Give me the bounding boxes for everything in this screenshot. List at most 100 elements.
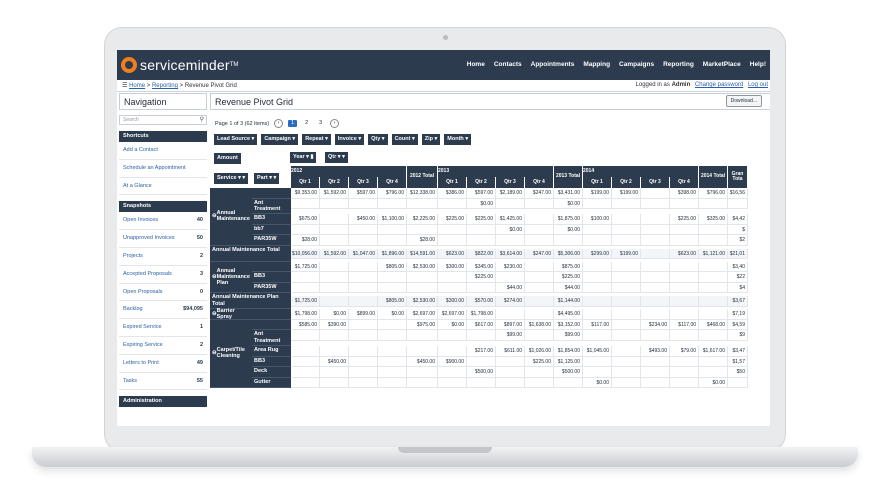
service-total-header: Annual Maintenance Total	[210, 245, 291, 262]
filter-field-label: Invoice	[337, 136, 357, 142]
pivot-cell: $1,047.00	[349, 248, 378, 260]
search-input[interactable]: Search ⚲	[119, 115, 207, 125]
filter-icon[interactable]: ▾	[291, 136, 295, 142]
sidebar-item-label: Tasks	[123, 377, 138, 384]
pivot-cell: $597.00	[349, 188, 378, 199]
sidebar-snapshot-item[interactable]: Unapproved Invoices 50	[119, 230, 207, 248]
pivot-cell: $247.00	[525, 188, 554, 199]
filter-icon[interactable]: ▾	[433, 136, 438, 142]
page-1[interactable]: 1	[288, 120, 298, 127]
filter-field[interactable]: Repeat ▾	[302, 134, 331, 145]
filter-icon[interactable]: ▾	[324, 136, 328, 142]
topnav-item[interactable]: MarketPlace	[703, 61, 741, 68]
pivot-cell: $28.00	[407, 235, 438, 246]
quarter-header: Qtr 2	[612, 177, 641, 188]
sidebar-snapshot-item[interactable]: Tasks 55	[119, 373, 207, 391]
pivot-cell	[583, 309, 612, 320]
section-administration[interactable]: Administration	[119, 396, 207, 408]
filter-field[interactable]: Count ▾	[391, 134, 418, 145]
pivot-cell	[583, 356, 612, 367]
filter-icon[interactable]: ▾	[464, 136, 468, 142]
sidebar-shortcut-item[interactable]: At a Glance	[119, 178, 207, 196]
pivot-cell: $217.00	[467, 346, 496, 357]
change-password-link[interactable]: Change password	[695, 82, 743, 88]
filter-icon[interactable]: ▾	[410, 136, 415, 142]
service-label: Barrier Spray	[216, 307, 235, 320]
pivot-cell: $22	[728, 272, 748, 283]
sidebar-shortcut-item[interactable]: Add a Contact	[119, 142, 207, 160]
sidebar-snapshot-item[interactable]: Letters to Print 49	[119, 355, 207, 373]
pager: Page 1 of 3 (62 items) ‹ 1 2 3 ›	[215, 119, 340, 128]
topnav-item[interactable]: Reporting	[663, 61, 694, 68]
col-field-year[interactable]: Year ▾ ▮	[290, 152, 317, 163]
filter-field[interactable]: Campaign ▾	[261, 134, 299, 145]
pivot-cell	[378, 330, 407, 341]
logout-link[interactable]: Log out	[748, 82, 768, 88]
page-3[interactable]: 3	[316, 120, 325, 127]
topnav-item[interactable]: Contacts	[494, 61, 522, 68]
pivot-cell: $16,56	[728, 188, 748, 199]
pivot-cell	[496, 309, 525, 320]
filter-field[interactable]: Invoice ▾	[334, 134, 365, 145]
sidebar-snapshot-item[interactable]: Open Proposals 0	[119, 284, 207, 302]
topnav-item[interactable]: Mapping	[583, 61, 610, 68]
login-text: Logged in as	[635, 82, 670, 88]
filter-field[interactable]: Lead Source ▾	[214, 134, 258, 145]
pivot-cell	[641, 235, 670, 246]
filter-field[interactable]: Zip ▾	[421, 134, 441, 145]
quarter-header: Qtr 1	[291, 177, 320, 188]
filter-field-label: Campaign	[264, 136, 291, 142]
pivot-cell	[438, 235, 467, 246]
pivot-cell	[525, 282, 554, 294]
sidebar-snapshot-item[interactable]: Expired Service 1	[119, 319, 207, 337]
sidebar-snapshot-item[interactable]: Open Invoices 40	[119, 212, 207, 231]
data-field-amount[interactable]: Amount	[214, 153, 241, 164]
next-page-icon[interactable]: ›	[330, 119, 340, 128]
brand-logo[interactable]: serviceminder TM	[121, 55, 238, 75]
sidebar-shortcut-item[interactable]: Schedule an Appointment	[119, 160, 207, 178]
sidebar-snapshot-item[interactable]: Expiring Service 2	[119, 337, 207, 355]
sidebar-item-label: Add a Contact	[123, 147, 158, 153]
filter-icon[interactable]: ▾	[357, 136, 361, 142]
pivot-cell: $230.00	[496, 261, 525, 273]
pivot-cell: $1,121.00	[699, 248, 728, 260]
pivot-cell	[583, 367, 612, 378]
topnav-item[interactable]: Home	[467, 61, 485, 68]
pivot-cell	[525, 224, 554, 236]
download-button[interactable]: Download...	[725, 95, 762, 107]
pivot-cell: $0.00	[320, 309, 349, 320]
menu-icon[interactable]: ☰	[122, 83, 127, 89]
pivot-cell: $975.00	[407, 319, 438, 331]
filter-icon[interactable]: ▾	[250, 136, 255, 142]
service-row-header: ⊖ Annual Maintenance Plan	[210, 261, 252, 294]
row-field-service[interactable]: Service ▾ ▾	[214, 173, 249, 184]
app-screen: serviceminder TM Home Contacts Appointments…	[117, 50, 770, 426]
prev-page-icon[interactable]: ‹	[274, 119, 284, 128]
filter-field[interactable]: Month ▾	[444, 134, 472, 145]
page-2[interactable]: 2	[302, 120, 311, 127]
sidebar-snapshot-item[interactable]: Accepted Proposals 3	[119, 266, 207, 284]
pivot-cell: $4	[728, 282, 748, 294]
breadcrumb-reporting[interactable]: Reporting	[152, 83, 178, 89]
topnav-item[interactable]: Campaigns	[619, 61, 654, 68]
col-field-qtr[interactable]: Qtr ▾ ▾	[325, 152, 348, 163]
pivot-cell	[349, 272, 378, 283]
topnav-item[interactable]: Appointments	[531, 61, 575, 68]
filter-field[interactable]: Qty ▾	[368, 134, 388, 145]
pivot-cell	[699, 330, 728, 341]
pivot-cell: $450.00	[349, 214, 378, 225]
pivot-cell	[641, 248, 670, 260]
filter-icon[interactable]: ▾	[380, 136, 385, 142]
sidebar-snapshot-item[interactable]: Backlog $94,095	[119, 301, 207, 320]
pivot-cell: $796.00	[699, 188, 728, 199]
breadcrumb-home[interactable]: Home	[129, 83, 145, 89]
pivot-cell	[525, 309, 554, 320]
sidebar-item-label: Unapproved Invoices	[123, 235, 175, 242]
pivot-cell	[349, 235, 378, 246]
topnav-item[interactable]: Help!	[750, 61, 766, 68]
row-field-part[interactable]: Part ▾ ▾	[254, 173, 280, 184]
sidebar-snapshot-item[interactable]: Projects 2	[119, 248, 207, 266]
part-row-header: BB3	[252, 272, 291, 283]
pivot-cell: $100.00	[583, 214, 612, 225]
search-icon[interactable]: ⚲	[200, 116, 204, 123]
